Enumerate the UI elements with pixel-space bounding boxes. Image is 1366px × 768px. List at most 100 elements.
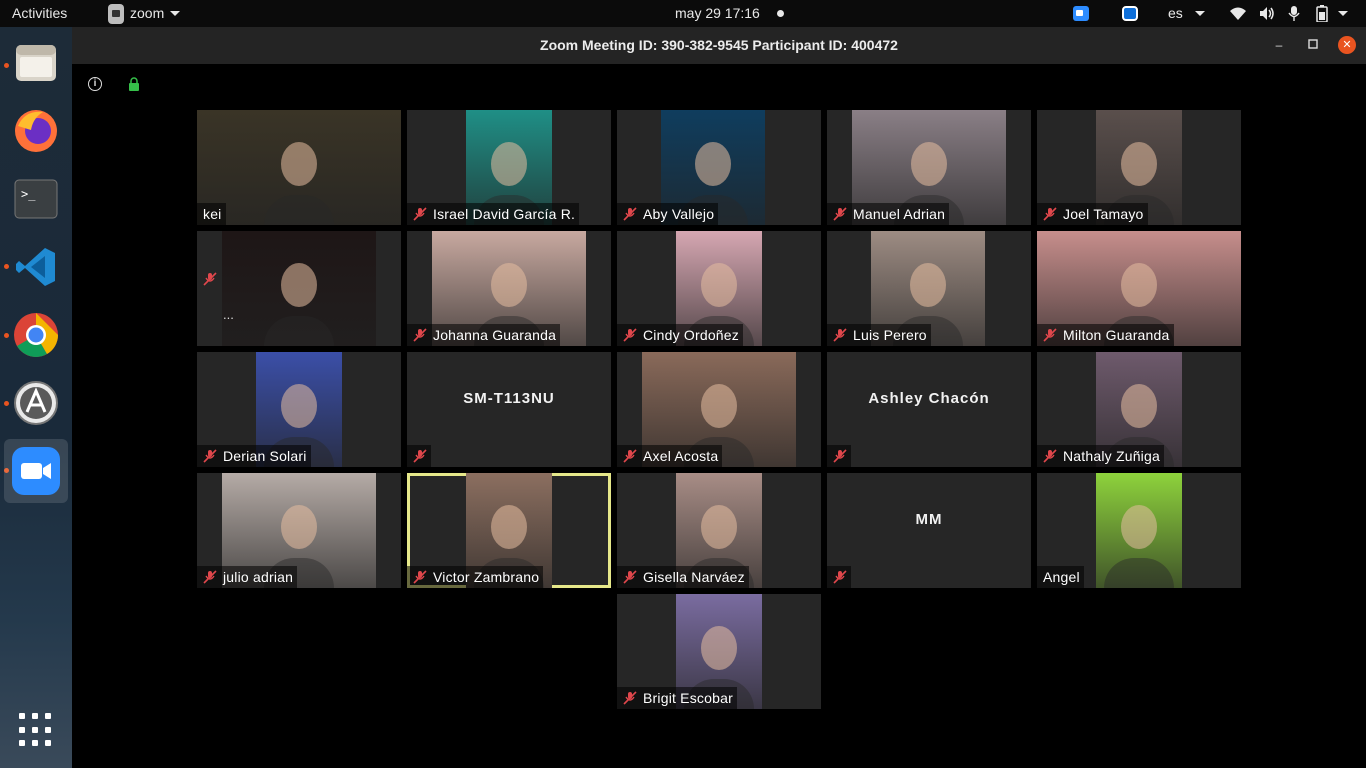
close-button[interactable]: ✕	[1338, 36, 1356, 54]
participant-name: kei	[203, 206, 222, 222]
participant-tile[interactable]: Ashley Chacón	[827, 352, 1031, 467]
mic-icon[interactable]	[1288, 5, 1300, 22]
participant-tile[interactable]: SM-T113NU	[407, 352, 611, 467]
app-menu-label: zoom	[130, 5, 165, 21]
face-silhouette	[281, 263, 317, 308]
zoom-app-icon	[108, 3, 124, 24]
window-title: Zoom Meeting ID: 390-382-9545 Participan…	[540, 37, 898, 53]
participant-tile[interactable]: Derian Solari	[197, 352, 401, 467]
app-menu[interactable]: zoom	[108, 0, 181, 27]
clock[interactable]: may 29 17:16	[675, 0, 760, 27]
face-silhouette	[281, 384, 317, 429]
muted-mic-icon	[203, 449, 217, 463]
name-label-box: Victor Zambrano	[407, 566, 544, 588]
muted-mic-icon	[1043, 449, 1057, 463]
name-label-box: julio adrian	[197, 566, 298, 588]
face-silhouette	[911, 142, 947, 187]
participant-tile[interactable]: Luis Perero	[827, 231, 1031, 346]
body-silhouette	[264, 195, 334, 225]
participant-tile[interactable]: Johanna Guaranda	[407, 231, 611, 346]
ellipsis-label: ...	[223, 307, 234, 322]
participant-name: Israel David García R.	[433, 206, 576, 222]
body-silhouette	[264, 316, 334, 346]
name-label-box: Axel Acosta	[617, 445, 723, 467]
participant-name: Axel Acosta	[643, 448, 719, 464]
name-label-box: Manuel Adrian	[827, 203, 950, 225]
chevron-down-icon	[1194, 11, 1205, 16]
participant-tile[interactable]: Israel David García R.	[407, 110, 611, 225]
teamviewer-tray-icon[interactable]	[1122, 6, 1138, 21]
muted-mic-icon	[413, 328, 427, 342]
volume-icon[interactable]	[1259, 5, 1275, 22]
face-silhouette	[695, 142, 731, 187]
face-silhouette	[1121, 263, 1157, 308]
participant-name: Victor Zambrano	[433, 569, 540, 585]
name-label-box	[827, 445, 851, 467]
maximize-button[interactable]	[1304, 36, 1322, 54]
participant-tile[interactable]: Aby Vallejo	[617, 110, 821, 225]
activities-button[interactable]: Activities	[12, 0, 67, 27]
muted-mic-icon	[623, 328, 637, 342]
zoom-meeting-window: Zoom Meeting ID: 390-382-9545 Participan…	[72, 27, 1366, 768]
muted-mic-icon	[203, 272, 217, 286]
participant-tile[interactable]: Angel	[1037, 473, 1241, 588]
zoom-tray-icon[interactable]	[1073, 6, 1089, 21]
meeting-info-icon[interactable]: i	[88, 77, 102, 91]
firefox-icon[interactable]	[8, 103, 64, 159]
language-selector[interactable]: es	[1168, 0, 1205, 27]
participant-name: Luis Perero	[853, 327, 927, 343]
participant-tile[interactable]: Victor Zambrano	[407, 473, 611, 588]
name-label-box	[827, 566, 851, 588]
muted-mic-icon	[623, 570, 637, 584]
participant-tile[interactable]: Manuel Adrian	[827, 110, 1031, 225]
software-center-icon[interactable]	[8, 375, 64, 431]
name-label-box: Nathaly Zuñiga	[1037, 445, 1164, 467]
encryption-lock-icon[interactable]	[128, 77, 140, 91]
vscode-icon[interactable]	[8, 239, 64, 295]
name-label-box: Israel David García R.	[407, 203, 580, 225]
participant-name: Derian Solari	[223, 448, 307, 464]
participant-name: Johanna Guaranda	[433, 327, 557, 343]
face-silhouette	[281, 142, 317, 187]
language-label: es	[1168, 5, 1183, 21]
wifi-icon[interactable]	[1230, 5, 1246, 22]
participant-tile[interactable]: ...	[197, 231, 401, 346]
name-label-box	[197, 268, 221, 290]
minimize-button[interactable]: –	[1270, 36, 1288, 54]
zoom-dock-icon[interactable]	[4, 439, 68, 503]
name-label-box: kei	[197, 203, 226, 225]
battery-icon[interactable]	[1316, 5, 1328, 22]
participant-video	[1096, 473, 1182, 588]
participant-tile[interactable]: Joel Tamayo	[1037, 110, 1241, 225]
chrome-icon[interactable]	[8, 307, 64, 363]
participant-name: Gisella Narváez	[643, 569, 745, 585]
participant-tile[interactable]: MM	[827, 473, 1031, 588]
show-applications-icon[interactable]	[19, 713, 53, 747]
muted-mic-icon	[1043, 328, 1057, 342]
participant-tile[interactable]: julio adrian	[197, 473, 401, 588]
system-menu-chevron-icon[interactable]	[1338, 11, 1348, 16]
participant-tile[interactable]: Axel Acosta	[617, 352, 821, 467]
participant-tile[interactable]: Gisella Narváez	[617, 473, 821, 588]
muted-mic-icon	[623, 449, 637, 463]
terminal-icon[interactable]: >_	[8, 171, 64, 227]
top-bar: Activities zoom may 29 17:16 es	[0, 0, 1366, 27]
participant-tile[interactable]: Nathaly Zuñiga	[1037, 352, 1241, 467]
muted-mic-icon	[413, 449, 427, 463]
face-silhouette	[701, 384, 737, 429]
face-silhouette	[701, 626, 737, 671]
face-silhouette	[281, 505, 317, 550]
participant-name: Angel	[1043, 569, 1080, 585]
participant-name: julio adrian	[223, 569, 294, 585]
participant-tile[interactable]: Cindy Ordoñez	[617, 231, 821, 346]
title-bar[interactable]: Zoom Meeting ID: 390-382-9545 Participan…	[72, 27, 1366, 64]
maximize-icon	[1308, 39, 1318, 49]
name-label-box: Milton Guaranda	[1037, 324, 1174, 346]
participant-tile[interactable]: Milton Guaranda	[1037, 231, 1241, 346]
participant-tile[interactable]: Brigit Escobar	[617, 594, 821, 709]
participant-tile[interactable]: kei	[197, 110, 401, 225]
face-silhouette	[701, 263, 737, 308]
name-label-box: Luis Perero	[827, 324, 931, 346]
body-silhouette	[1104, 558, 1174, 588]
muted-mic-icon	[1043, 207, 1057, 221]
